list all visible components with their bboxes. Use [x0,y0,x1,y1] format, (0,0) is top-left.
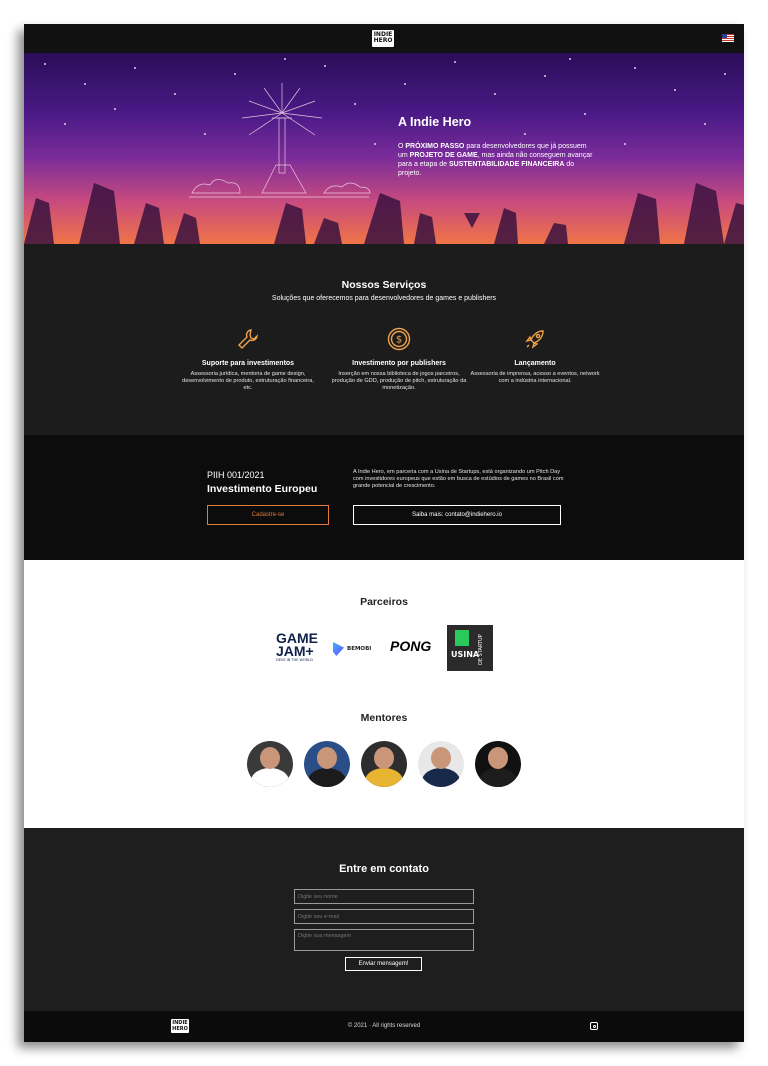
instagram-icon[interactable] [590,1022,598,1030]
rocket-icon [525,330,544,349]
hero-highlight: PROJETO DE GAME [409,152,478,159]
gamejam-tagline: DEVS IN THE WORLD [276,658,313,662]
copyright: © 2021 · All rights reserved [347,1023,421,1029]
partner-pong-logo[interactable]: PONG [390,638,431,654]
indie-hero-logo[interactable]: INDIE HERO [372,30,394,47]
hero-description: O PRÓXIMO PASSO para desenvolvedores que… [398,142,598,178]
mentor-body [251,768,289,787]
service-desc: Assessoria de imprensa, acesso a eventos… [470,371,600,384]
page: INDIE HERO A Indie Hero O PRÓXIMO PASSO … [24,24,744,1042]
bemobi-label: BEMOBI [347,646,372,652]
mentor-head [374,747,394,769]
mentor-body [308,768,346,787]
usina-u-icon [455,630,469,646]
mentor-avatar[interactable] [304,741,350,787]
mentor-head [488,747,508,769]
services-title: Nossos Serviços [341,279,427,291]
name-input[interactable] [294,889,474,904]
sword-in-stone-illustration [24,83,744,244]
pitch-day-section: PIIH 001/2021 Investimento Europeu A Ind… [24,435,744,560]
contact-section: Entre em contato Enviar mensagem! [24,828,744,1011]
pitch-title: Investimento Europeu [207,483,318,495]
dollar-coin-icon: $ [387,327,411,351]
mentor-body [479,768,517,787]
partner-bemobi-logo[interactable]: BEMOBI [333,642,379,658]
service-title: Suporte para investimentos [201,360,295,367]
mentor-avatar[interactable] [418,741,464,787]
mentors-title: Mentores [360,712,408,724]
partner-usina-de-startup-logo[interactable]: USINA DE STARTUP [447,625,493,671]
wrench-icon [238,329,258,349]
service-title: Investimento por publishers [352,360,446,367]
hero-highlight: PRÓXIMO PASSO [405,143,465,150]
mentor-avatar[interactable] [247,741,293,787]
partners-title: Parceiros [360,596,408,608]
pitch-code: PIIH 001/2021 [207,470,265,480]
mentor-avatar[interactable] [475,741,521,787]
service-launch: Lançamento Assessoria de imprensa, acess… [465,327,605,385]
bemobi-icon [333,642,344,656]
send-message-button[interactable]: Enviar mensagem! [345,957,422,971]
register-button[interactable]: Cadastre-se [207,505,329,525]
learn-more-button[interactable]: Saiba mais: contato@indiehero.io [353,505,561,525]
usina-label: USINA [451,650,480,659]
hero-title: A Indie Hero [398,115,472,129]
logo-line2: HERO [373,37,393,44]
services-subtitle: Soluções que oferecemos para desenvolved… [271,295,497,302]
services-section: Nossos Serviços Soluções que oferecemos … [24,244,744,435]
service-desc: Assessoria jurídica, mentoria de game de… [182,371,314,391]
mentor-head [317,747,337,769]
service-investment-support: Suporte para investimentos Assessoria ju… [178,327,318,392]
mentor-head [260,747,280,769]
mentor-avatar[interactable] [361,741,407,787]
mentor-body [365,768,403,787]
usina-vertical-label: DE STARTUP [478,634,484,665]
mentor-body [422,768,460,787]
us-flag-icon[interactable] [722,34,734,42]
svg-text:$: $ [396,335,402,346]
pitch-description: A Indie Hero, em parceria com a Usina de… [353,469,564,489]
partner-game-jam-plus-logo[interactable]: GAME JAM+ DEVS IN THE WORLD [276,631,322,672]
service-title: Lançamento [514,360,556,367]
service-desc: Inserção em nossa biblioteca de jogos pa… [331,371,467,391]
contact-title: Entre em contato [339,863,429,875]
footer: INDIE HERO © 2021 · All rights reserved [24,1011,744,1042]
service-publisher-investment: $ Investimento por publishers Inserção e… [329,327,469,392]
message-input[interactable] [294,929,474,951]
hero-banner: A Indie Hero O PRÓXIMO PASSO para desenv… [24,53,744,244]
email-input[interactable] [294,909,474,924]
hero-highlight: SUSTENTABILIDADE FINANCEIRA [449,161,565,168]
mentor-head [431,747,451,769]
gamejam-line2: JAM+ [276,643,314,659]
top-nav: INDIE HERO [24,24,744,53]
